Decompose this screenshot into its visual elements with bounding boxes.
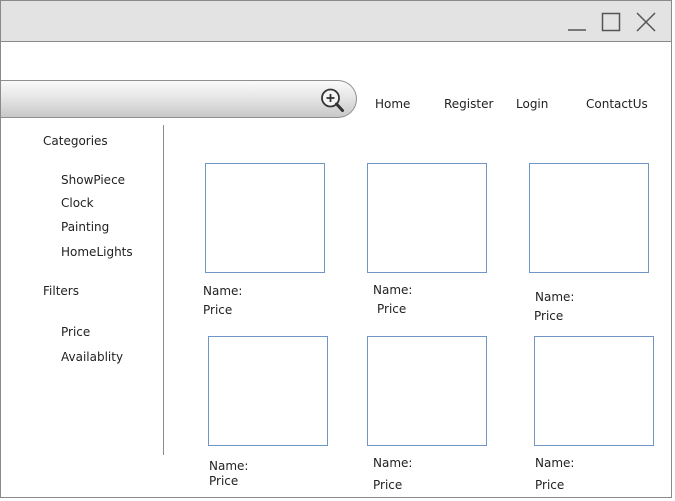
category-painting[interactable]: Painting: [61, 220, 109, 234]
product-price-label-5: Price: [373, 478, 403, 492]
product-price-label-6: Price: [535, 478, 565, 492]
category-clock[interactable]: Clock: [61, 196, 94, 210]
product-image-5[interactable]: [367, 336, 487, 446]
category-homelights[interactable]: HomeLights: [61, 245, 133, 259]
product-name-label-4: Name:: [209, 459, 249, 473]
app-window: Home Register Login ContactUs Categories…: [0, 0, 672, 498]
maximize-icon[interactable]: [600, 11, 622, 33]
category-showpiece[interactable]: ShowPiece: [61, 173, 125, 187]
search-zoom-in-icon[interactable]: [319, 87, 345, 113]
product-name-label-5: Name:: [373, 456, 413, 470]
product-price-label-4: Price: [209, 474, 239, 488]
product-name-label-6: Name:: [535, 456, 575, 470]
filters-heading: Filters: [43, 284, 79, 298]
categories-heading: Categories: [43, 134, 108, 148]
filter-price[interactable]: Price: [61, 325, 90, 339]
product-image-4[interactable]: [208, 336, 328, 446]
minimize-icon[interactable]: [566, 11, 588, 33]
nav-login-link[interactable]: Login: [516, 97, 548, 111]
title-bar: [1, 1, 671, 42]
nav-contactus-link[interactable]: ContactUs: [586, 97, 648, 111]
product-image-1[interactable]: [205, 163, 325, 273]
filter-availability[interactable]: Availablity: [61, 350, 123, 364]
product-image-2[interactable]: [367, 163, 487, 273]
product-price-label-2: Price: [377, 302, 407, 316]
product-image-6[interactable]: [534, 336, 654, 446]
search-input[interactable]: [1, 80, 357, 118]
close-icon[interactable]: [635, 11, 657, 33]
nav-home-link[interactable]: Home: [375, 97, 410, 111]
product-name-label-1: Name:: [203, 284, 243, 298]
product-image-3[interactable]: [529, 163, 649, 273]
product-name-label-3: Name:: [535, 290, 575, 304]
product-price-label-3: Price: [534, 309, 564, 323]
product-name-label-2: Name:: [373, 283, 413, 297]
product-price-label-1: Price: [203, 303, 233, 317]
nav-register-link[interactable]: Register: [444, 97, 493, 111]
sidebar-divider: [163, 125, 164, 455]
